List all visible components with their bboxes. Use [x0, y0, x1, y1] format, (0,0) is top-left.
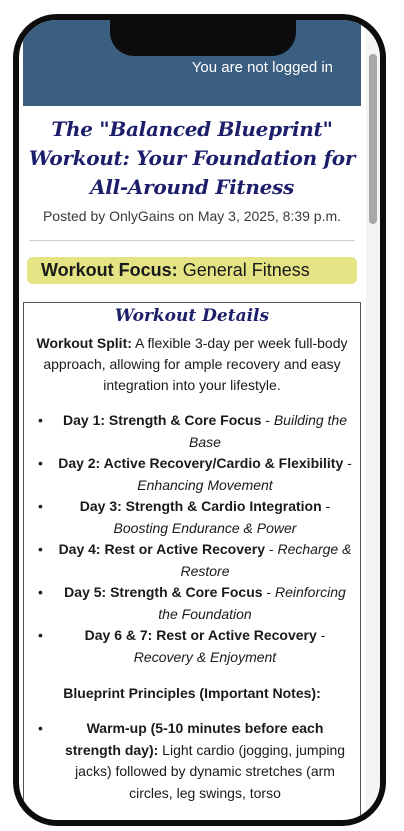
- separator: -: [321, 498, 331, 514]
- separator: -: [343, 455, 352, 471]
- day-desc: Recovery & Enjoyment: [133, 648, 277, 665]
- day-name: Day 3: Strength & Cardio Integration: [79, 498, 322, 514]
- list-item: Day 1: Strength & Core Focus - Building …: [32, 410, 352, 453]
- scrollbar-thumb[interactable]: [369, 54, 377, 224]
- principles-list: Warm-up (5-10 minutes before each streng…: [32, 718, 352, 804]
- day-list: Day 1: Strength & Core Focus - Building …: [32, 410, 352, 668]
- camera-notch: [110, 20, 296, 56]
- details-heading: Workout Details: [114, 306, 270, 326]
- day-desc: Enhancing Movement: [137, 476, 273, 493]
- separator: -: [261, 412, 274, 428]
- day-name: Day 2: Active Recovery/Cardio & Flexibil…: [58, 455, 344, 471]
- day-desc: Boosting Endurance & Power: [113, 519, 297, 536]
- post-meta: Posted by OnlyGains on May 3, 2025, 8:39…: [42, 208, 342, 224]
- day-name: Day 6 & 7: Rest or Active Recovery: [84, 627, 317, 643]
- list-item: Day 5: Strength & Core Focus - Reinforci…: [32, 582, 352, 625]
- separator: -: [262, 584, 275, 600]
- focus-value: General Fitness: [182, 260, 310, 280]
- separator: -: [316, 627, 326, 643]
- screen: You are not logged in The "Balanced Blue…: [19, 20, 380, 820]
- phone-frame: You are not logged in The "Balanced Blue…: [13, 14, 386, 826]
- post-title: The "Balanced Blueprint" Workout: Your F…: [28, 117, 356, 199]
- list-item: Day 3: Strength & Cardio Integration - B…: [32, 496, 352, 539]
- divider: [29, 240, 355, 241]
- list-item: Day 6 & 7: Rest or Active Recovery - Rec…: [32, 625, 352, 668]
- split-label: Workout Split:: [36, 335, 132, 351]
- login-status-text: You are not logged in: [191, 59, 333, 76]
- day-name: Day 4: Rest or Active Recovery: [58, 541, 266, 557]
- workout-details-box: Workout Details Workout Split: A flexibl…: [23, 302, 361, 820]
- focus-label: Workout Focus:: [41, 260, 178, 280]
- list-item: Day 2: Active Recovery/Cardio & Flexibil…: [32, 453, 352, 496]
- day-name: Day 1: Strength & Core Focus: [63, 412, 262, 428]
- workout-focus-banner: Workout Focus: General Fitness: [27, 257, 357, 284]
- post-content: The "Balanced Blueprint" Workout: Your F…: [23, 106, 361, 820]
- list-item: Day 4: Rest or Active Recovery - Recharg…: [32, 539, 352, 582]
- list-item: Warm-up (5-10 minutes before each streng…: [32, 718, 352, 804]
- workout-split-paragraph: Workout Split: A flexible 3-day per week…: [32, 333, 352, 396]
- separator: -: [265, 541, 278, 557]
- day-name: Day 5: Strength & Core Focus: [64, 584, 263, 600]
- principles-heading: Blueprint Principles (Important Notes):: [63, 685, 321, 701]
